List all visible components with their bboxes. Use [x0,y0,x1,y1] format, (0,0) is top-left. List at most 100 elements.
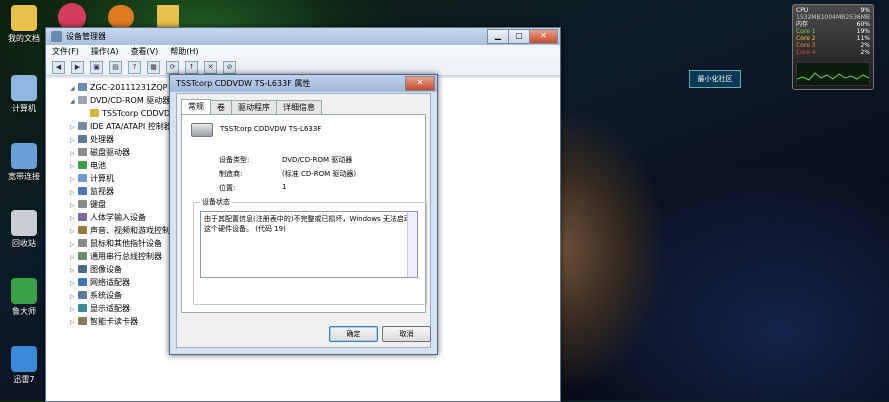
desktop-icon-label: 迅雷7 [13,375,35,384]
location-value: 1 [282,183,287,191]
expand-icon[interactable]: ▷ [70,316,78,329]
device-type-value: DVD/CD-ROM 驱动器 [282,156,353,164]
ok-button[interactable]: 确定 [329,326,378,342]
up-icon[interactable]: ▣ [90,60,103,74]
desktop-icon-ludashi[interactable]: 鲁大师 [0,278,48,317]
disk-drive-icon [78,148,87,156]
desktop-icon-label: 我的文档 [8,34,40,43]
close-button[interactable]: ✕ [405,76,435,91]
core-label: Core 4 [796,49,816,56]
mem-free: 1004MB [820,14,846,21]
tree-item[interactable]: ▷ 键盘 [70,198,106,211]
menu-bar: 文件(F) 操作(A) 查看(V) 帮助(H) [46,45,560,59]
tab-driver[interactable]: 驱动程序 [231,100,277,114]
cpu-label: CPU [796,7,809,14]
tree-item[interactable]: ▷ 声音、视频和游戏控制器 [70,224,178,237]
tree-item[interactable]: ▷ 人体学输入设备 [70,211,146,224]
desktop-icon-label: 计算机 [12,104,36,113]
tree-item[interactable]: ▷ 电池 [70,159,106,172]
menu-help[interactable]: 帮助(H) [170,45,198,59]
desktop-icon-xunlei[interactable]: 迅雷7 [0,346,48,385]
close-button[interactable]: ✕ [529,29,558,44]
smart-card-icon [78,317,87,325]
minimize-community-gadget[interactable]: 最小化社区 [689,70,741,88]
folder-icon [11,5,37,31]
device-status-group: 设备状态 由于其配置信息(注册表中的)不完整或已损坏，Windows 无法启动这… [193,197,427,305]
cpu-graph [796,62,870,86]
mem-percent: 60% [856,21,870,28]
tab-volumes[interactable]: 卷 [210,100,232,114]
cancel-button[interactable]: 取消 [382,326,431,342]
tree-item[interactable]: ▷ 处理器 [70,133,114,146]
desktop-icon-broadband[interactable]: 宽带连接 [0,143,48,182]
computer-icon [78,83,87,91]
device-status-textbox[interactable]: 由于其配置信息(注册表中的)不完整或已损坏，Windows 无法启动这个硬件设备… [200,211,418,278]
tree-item-label: 处理器 [90,135,114,144]
menu-action[interactable]: 操作(A) [91,45,119,59]
uninstall-icon[interactable]: ⊘ [223,60,236,74]
tree-item[interactable]: ▷ 网络适配器 [70,276,130,289]
tree-item[interactable]: ▷ 鼠标和其他指针设备 [70,237,162,250]
tree-item[interactable]: ▷ 通用串行总线控制器 [70,250,162,263]
network-adapter-icon [78,278,87,286]
tree-item-label: 系统设备 [90,291,122,300]
desktop-icon-my-documents[interactable]: 我的文档 [0,5,48,44]
tree-item[interactable]: ▷ 图像设备 [70,263,122,276]
desktop-icon-recycle-bin[interactable]: 回收站 [0,210,48,249]
tree-item-label: 通用串行总线控制器 [90,252,162,261]
update-driver-icon[interactable]: ↑ [185,60,198,74]
device-type-label: 设备类型: [219,156,250,164]
tree-item-label: 电池 [90,161,106,170]
tree-item[interactable]: ▷ IDE ATA/ATAPI 控制器 [70,120,172,133]
dvd-drive-icon [191,123,213,137]
system-device-icon [78,291,87,299]
tree-item[interactable]: ▷ 监视器 [70,185,114,198]
minimize-button[interactable]: ▁ [487,29,509,44]
mem-label: 内存 [796,21,809,28]
tree-item[interactable]: ▷ 磁盘驱动器 [70,146,130,159]
tree-item-label: 监视器 [90,187,114,196]
properties-icon[interactable]: ▤ [109,60,122,74]
menu-file[interactable]: 文件(F) [52,45,79,59]
help-icon[interactable]: ? [128,60,141,74]
tree-item-label: 鼠标和其他指针设备 [90,239,162,248]
tree-item[interactable]: ▷ 智能卡读卡器 [70,315,138,328]
folder-icon[interactable] [157,5,179,27]
computer-icon [11,75,37,101]
sound-icon [78,226,87,234]
device-manager-titlebar[interactable]: 设备管理器 ▁ ▢ ✕ [46,28,560,45]
tree-item-label: 人体学输入设备 [90,213,146,222]
tree-item-dvd[interactable]: ◢ DVD/CD-ROM 驱动器 [70,94,170,107]
properties-titlebar[interactable]: TSSTcorp CDDVDW TS-L633F 属性 ✕ [170,75,437,92]
scan-icon[interactable]: ⟳ [166,60,179,74]
device-status-legend: 设备状态 [200,197,232,207]
core-value: 2% [860,42,870,49]
mini-gadget-label: 最小化社区 [697,75,733,83]
tree-item[interactable]: ▷ 显示适配器 [70,302,130,315]
tree-item-label: 键盘 [90,200,106,209]
media-player-icon[interactable] [108,5,134,29]
xunlei-icon [11,346,37,372]
tab-details[interactable]: 详细信息 [276,100,322,114]
desktop-icon-computer[interactable]: 计算机 [0,75,48,114]
collapse-icon[interactable]: ◢ [70,95,78,108]
tree-item-computer[interactable]: ◢ ZGC-20111231ZQP [70,81,167,94]
view-icon[interactable]: ▦ [147,60,160,74]
disable-icon[interactable]: ✕ [204,60,217,74]
status-scrollbar[interactable] [407,212,417,277]
desktop-icon-label: 鲁大师 [12,307,36,316]
dvd-drive-icon [78,96,87,104]
cpu-gadget[interactable]: CPU 9% 1532MB 1004MB 2536MB 内存 60% Core … [792,4,874,90]
tree-item[interactable]: ▷ 计算机 [70,172,114,185]
maximize-button[interactable]: ▢ [508,29,530,44]
tab-strip: 常规 卷 驱动程序 详细信息 [181,99,322,115]
desktop-icon-label: 宽带连接 [8,172,40,181]
tab-general[interactable]: 常规 [181,99,211,114]
tree-item[interactable]: ▷ 系统设备 [70,289,122,302]
menu-view[interactable]: 查看(V) [131,45,159,59]
mouse-icon [78,239,87,247]
desktop-icon-label: 回收站 [12,239,36,248]
ide-controller-icon [78,122,87,130]
back-icon[interactable]: ◀ [52,60,65,74]
forward-icon[interactable]: ▶ [71,60,84,74]
